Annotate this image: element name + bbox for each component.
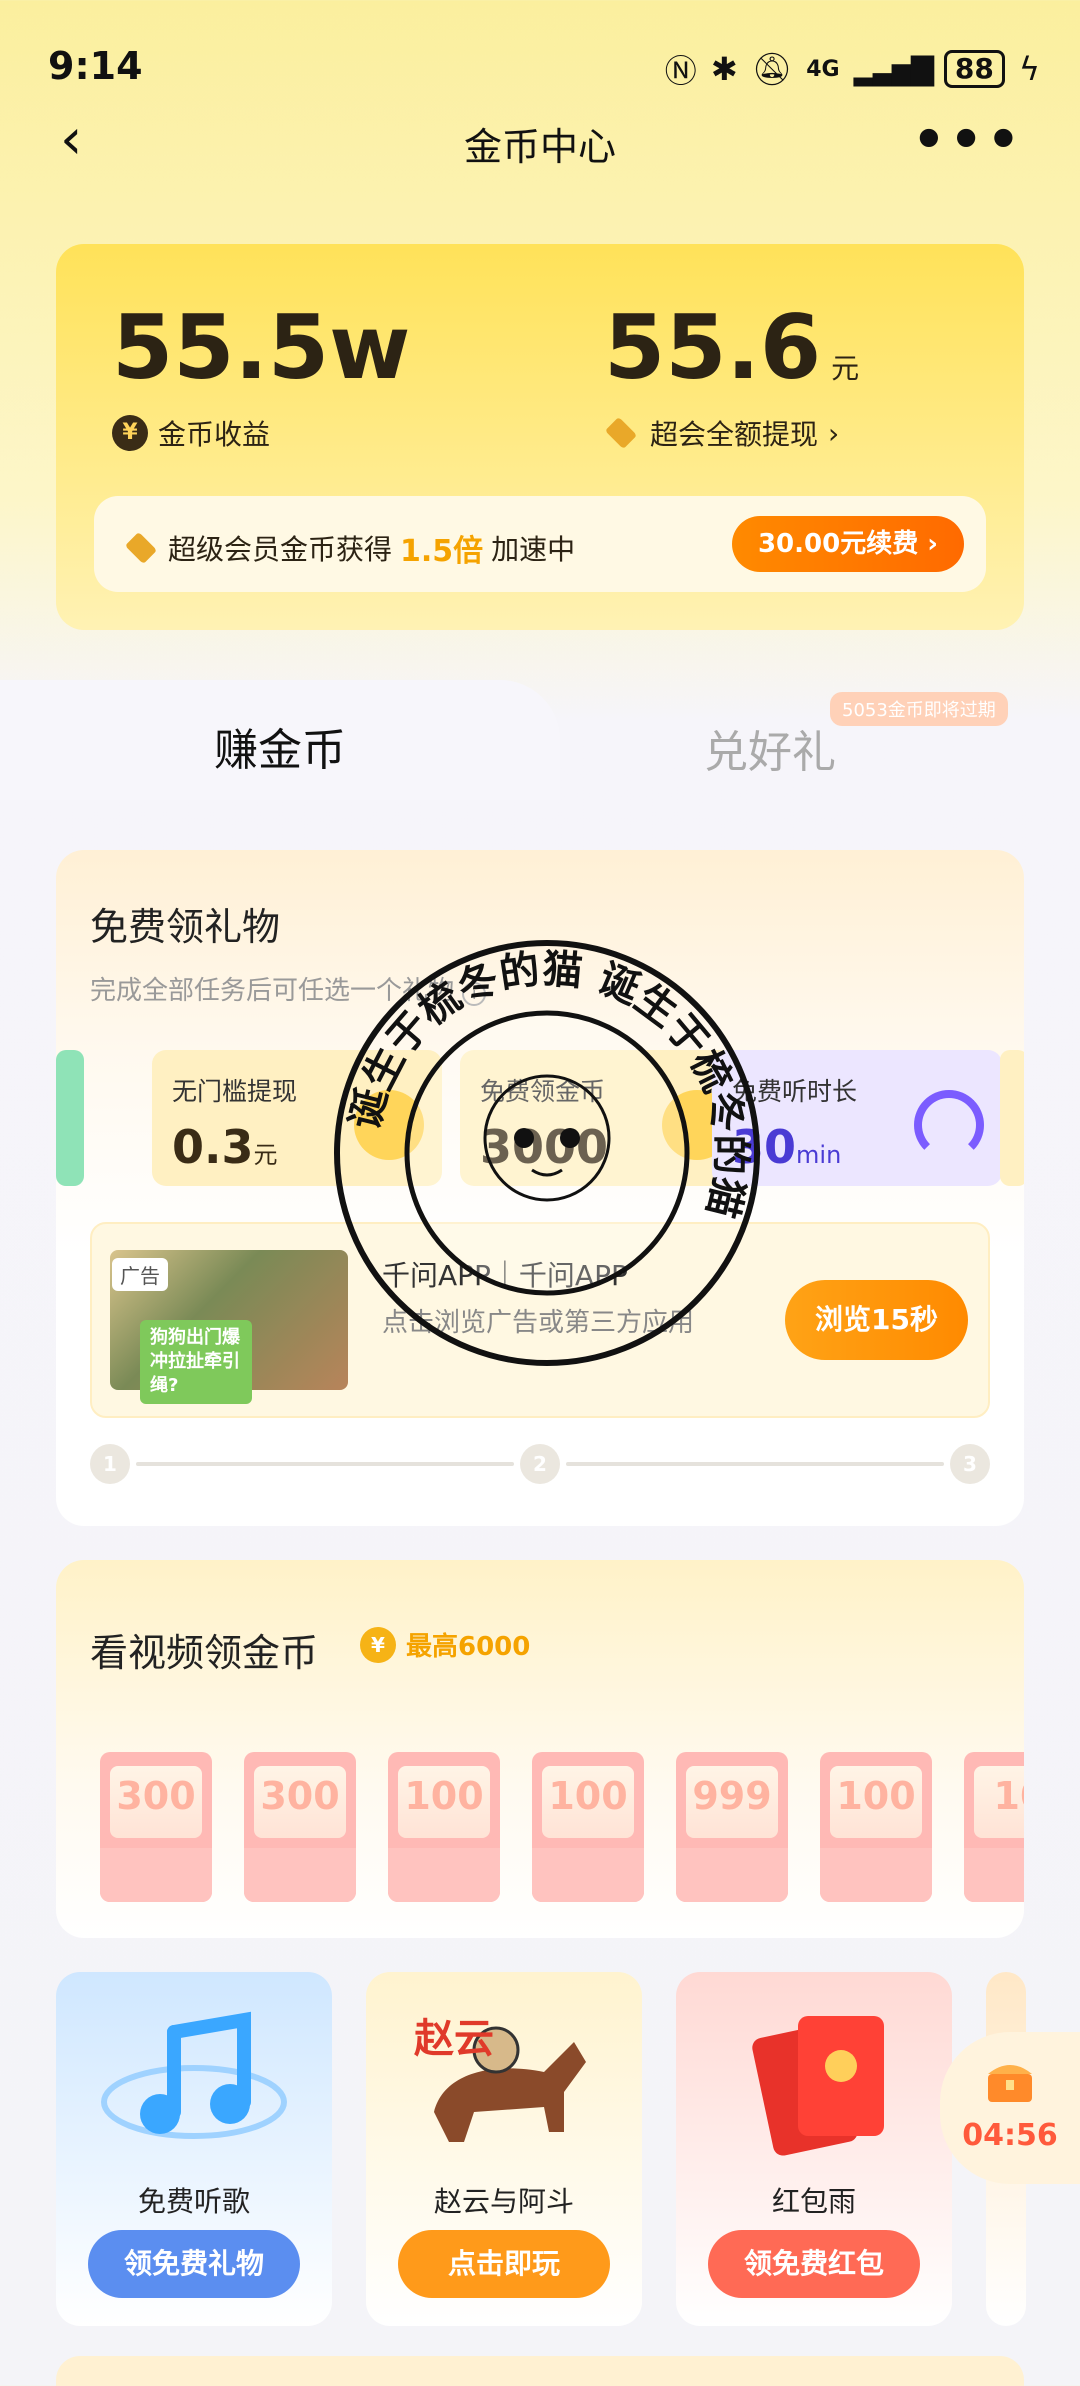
progress-line [136,1462,514,1466]
horse-rider-icon: 赵云 [414,2016,586,2142]
progress-step: 2 [520,1444,560,1484]
ad-banner: 狗狗出门爆冲拉扯牵引绳? [140,1320,252,1404]
tab-earn-coins[interactable]: 赚金币 [0,714,560,778]
video-envelope[interactable]: 300 [100,1752,212,1902]
game-card-music[interactable]: 免费听歌 领免费礼物 [56,1972,332,2326]
signal-icon: ▂▃▅▇ [853,51,934,87]
envelope-row: 300 300 100 100 999 100 10 [100,1752,1024,1902]
video-envelope[interactable]: 10 [964,1752,1024,1902]
vip-bar: 超级会员金币获得 1.5倍 加速中 30.00元续费 › [94,496,986,592]
game-card-zhaoyun[interactable]: 赵云 赵云与阿斗 点击即玩 [366,1972,642,2326]
svg-text:赵云: 赵云 [414,2016,494,2062]
nav-bar: ‹ 金币中心 ••• [0,110,1080,210]
diamond-icon [604,418,640,448]
task-tile-edge-right[interactable] [1000,1050,1024,1186]
music-note-icon [101,2011,287,2139]
charging-icon: ϟ [1018,50,1040,88]
game-row: 免费听歌 领免费礼物 赵云 赵云与阿斗 点击即玩 红包雨 领免费红包 [56,1972,1080,2332]
status-icons: Ⓝ ✱ 🔕︎ 4G ▂▃▅▇ 88 ϟ [665,46,1040,92]
cash-stat[interactable]: 55.6 元 超会全额提现 › [604,296,859,453]
game-button-music[interactable]: 领免费礼物 [88,2230,300,2298]
ad-description: 点击浏览广告或第三方应用 [382,1308,695,1338]
video-envelope[interactable]: 100 [820,1752,932,1902]
cash-unit: 元 [831,352,860,385]
progress-step: 1 [90,1444,130,1484]
game-button-zhaoyun[interactable]: 点击即玩 [398,2230,610,2298]
video-max: ¥ 最高6000 [360,1626,530,1663]
more-icon[interactable]: ••• [912,110,1024,170]
task-tile-coins[interactable]: 免费领金币 3000 [460,1050,750,1186]
vip-suffix: 加速中 [491,533,576,566]
task-tile-listen[interactable]: 免费听时长 30min [712,1050,1002,1186]
free-gift-card: 免费领礼物 完成全部任务后可任选一个礼物 i 无门槛提现 0.3元 免费领金币 … [56,850,1024,1526]
headphones-icon [914,1090,984,1160]
coin-icon: ¥ [360,1626,396,1663]
game-button-redpacket[interactable]: 领免费红包 [708,2230,920,2298]
status-time: 9:14 [48,44,143,88]
browse-button[interactable]: 浏览15秒 [785,1280,968,1360]
floating-timer[interactable]: 04:56 [940,2032,1080,2184]
battery-indicator: 88 [943,50,1005,88]
video-envelope[interactable]: 100 [388,1752,500,1902]
status-bar: 9:14 Ⓝ ✱ 🔕︎ 4G ▂▃▅▇ 88 ϟ [0,0,1080,120]
info-icon[interactable]: i [462,982,487,1006]
coin-icon: ¥ [112,415,148,451]
progress-step: 3 [950,1444,990,1484]
coin-stack-icon [354,1090,424,1160]
ad-name: 千问APP｜千问APP [382,1259,628,1292]
mute-icon: 🔕︎ [751,50,793,88]
coins-label: 金币收益 [158,418,271,451]
video-max-label: 最高6000 [406,1632,531,1662]
earnings-card: 55.5w ¥ 金币收益 55.6 元 超会全额提现 › 超级会员金币获得 1.5… [56,244,1024,630]
vip-multiplier: 1.5倍 [400,534,484,569]
chevron-right-icon: › [828,416,840,450]
video-envelope[interactable]: 999 [676,1752,788,1902]
ad-tag: 广告 [112,1258,168,1291]
task-strip: 无门槛提现 0.3元 免费领金币 3000 免费听时长 30min [56,1050,1024,1190]
gift-title: 免费领礼物 [90,905,281,949]
red-envelope-icon [752,2016,884,2156]
treasure-chest-icon [988,2065,1032,2102]
bottom-card-peek [56,2356,1024,2386]
bluetooth-icon: ✱ [710,50,738,88]
cash-value: 55.6 [604,296,822,399]
expire-badge: 5053金币即将过期 [830,692,1008,726]
nfc-icon: Ⓝ [664,52,697,90]
video-envelope[interactable]: 300 [244,1752,356,1902]
video-envelope[interactable]: 100 [532,1752,644,1902]
vip-diamond-icon [124,533,160,563]
tab-bar: 赚金币 兑好礼 5053金币即将过期 [0,680,1080,800]
coins-value: 55.5w [112,296,411,399]
progress-line [566,1462,944,1466]
game-card-redpacket[interactable]: 红包雨 领免费红包 [676,1972,952,2326]
vip-prefix: 超级会员金币获得 [168,533,393,566]
coins-stat[interactable]: 55.5w ¥ 金币收益 [112,296,410,453]
video-title: 看视频领金币 [90,1631,319,1675]
cash-label: 超会全额提现 [650,418,819,451]
task-tile-edge-left[interactable] [56,1050,84,1186]
ad-box[interactable]: 狗狗出门爆冲拉扯牵引绳? 广告 千问APP｜千问APP 点击浏览广告或第三方应用… [90,1222,990,1418]
gift-subtitle: 完成全部任务后可任选一个礼物 i [90,970,487,1007]
watch-video-card: 看视频领金币 ¥ 最高6000 300 300 100 100 999 100 … [56,1560,1024,1938]
task-progress: 1 2 3 [90,1444,990,1484]
timer-text: 04:56 [962,2118,1058,2153]
renew-button[interactable]: 30.00元续费 › [731,516,964,572]
task-tile-withdraw[interactable]: 无门槛提现 0.3元 [152,1050,442,1186]
network-label: 4G [806,56,840,82]
